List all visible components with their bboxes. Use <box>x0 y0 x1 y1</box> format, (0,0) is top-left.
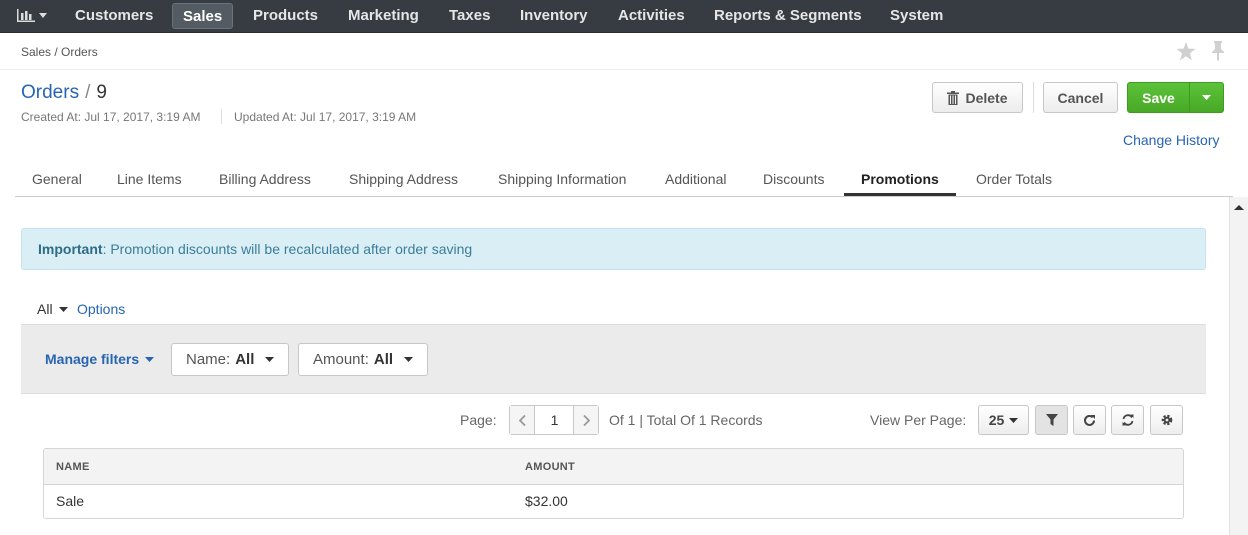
title-separator: / <box>85 82 91 103</box>
save-options-toggle[interactable] <box>1189 83 1223 112</box>
scroll-up-arrow-icon[interactable] <box>1234 205 1244 210</box>
tab-bar: General Line Items Billing Address Shipp… <box>15 163 1233 197</box>
chevron-right-icon <box>582 414 590 426</box>
delete-label: Delete <box>965 89 1008 106</box>
breadcrumb-bar: Sales / Orders <box>0 34 1248 70</box>
nav-customers[interactable]: Customers <box>65 3 163 29</box>
manage-filters-button[interactable]: Manage filters <box>45 351 155 367</box>
caret-down-icon <box>1202 95 1211 100</box>
alert-text: : Promotion discounts will be recalculat… <box>102 241 473 257</box>
gear-icon <box>1161 414 1172 426</box>
filter-toggle-button[interactable] <box>1035 405 1068 435</box>
column-header-amount[interactable]: AMOUNT <box>525 461 575 473</box>
nav-reports-segments[interactable]: Reports & Segments <box>704 3 872 29</box>
save-button[interactable]: Save <box>1128 83 1189 112</box>
cell-name: Sale <box>56 493 85 509</box>
promotions-table: NAME AMOUNT Sale $32.00 <box>43 448 1184 519</box>
nav-sales[interactable]: Sales <box>172 3 234 29</box>
caret-down-icon <box>265 357 275 362</box>
pager <box>509 405 599 435</box>
caret-down-icon <box>145 356 155 362</box>
bar-chart-icon <box>17 9 35 22</box>
delete-button[interactable]: Delete <box>932 82 1023 113</box>
nav-inventory[interactable]: Inventory <box>510 3 598 29</box>
nav-activities[interactable]: Activities <box>608 3 695 29</box>
tab-line-items[interactable]: Line Items <box>100 163 199 196</box>
save-button-group: Save <box>1127 82 1224 113</box>
next-page-button[interactable] <box>573 406 598 434</box>
orders-link[interactable]: Orders <box>21 82 79 103</box>
grid-settings-button[interactable] <box>1150 405 1183 435</box>
name-filter-value: All <box>235 351 255 368</box>
tab-shipping-address[interactable]: Shipping Address <box>332 163 475 196</box>
cancel-button[interactable]: Cancel <box>1043 82 1118 113</box>
refresh-button[interactable] <box>1073 405 1106 435</box>
tab-general[interactable]: General <box>15 163 99 196</box>
tab-shipping-information[interactable]: Shipping Information <box>481 163 643 196</box>
view-per-page-value: 25 <box>988 412 1005 428</box>
breadcrumb: Sales / Orders <box>21 45 98 59</box>
chevron-left-icon <box>518 414 526 426</box>
dashboard-menu-button[interactable] <box>10 3 54 28</box>
meta-divider <box>221 109 222 124</box>
grid-view-label: All <box>37 301 53 317</box>
grid-view-selector[interactable]: All <box>37 301 68 317</box>
tab-billing-address[interactable]: Billing Address <box>202 163 328 196</box>
name-filter[interactable]: Name: All <box>171 343 290 376</box>
amount-filter[interactable]: Amount: All <box>298 343 429 376</box>
tab-discounts[interactable]: Discounts <box>746 163 841 196</box>
tab-promotions[interactable]: Promotions <box>844 163 956 196</box>
caret-down-icon <box>1009 417 1019 423</box>
order-id: 9 <box>96 82 107 103</box>
filter-icon <box>1045 414 1058 426</box>
grid-options-link[interactable]: Options <box>77 301 125 317</box>
manage-filters-label: Manage filters <box>45 351 140 367</box>
tab-additional[interactable]: Additional <box>648 163 744 196</box>
view-per-page-select[interactable]: 25 <box>978 405 1029 435</box>
actions-divider <box>1033 82 1034 113</box>
change-history-link[interactable]: Change History <box>1123 132 1220 148</box>
pin-icon[interactable] <box>1210 41 1226 61</box>
prev-page-button[interactable] <box>510 406 535 434</box>
name-filter-label: Name: <box>186 351 231 368</box>
page-number-input[interactable] <box>536 406 573 434</box>
created-at: Created At: Jul 17, 2017, 3:19 AM <box>21 110 201 124</box>
refresh-icon <box>1084 414 1095 426</box>
caret-down-icon <box>58 306 68 312</box>
chevron-down-icon <box>39 13 47 18</box>
table-row[interactable]: Sale $32.00 <box>44 485 1183 518</box>
top-navigation: Customers Sales Products Marketing Taxes… <box>0 0 1248 33</box>
records-total: Of 1 | Total Of 1 Records <box>609 412 763 428</box>
column-header-name[interactable]: NAME <box>56 461 90 473</box>
alert-strong: Important <box>38 241 103 257</box>
cell-amount: $32.00 <box>525 493 568 509</box>
nav-products[interactable]: Products <box>243 3 328 29</box>
nav-system[interactable]: System <box>880 3 953 29</box>
trash-icon <box>947 90 960 105</box>
nav-taxes[interactable]: Taxes <box>439 3 500 29</box>
reset-icon <box>1122 414 1133 426</box>
caret-down-icon <box>404 357 414 362</box>
info-alert: Important: Promotion discounts will be r… <box>21 228 1206 270</box>
tab-order-totals[interactable]: Order Totals <box>959 163 1069 196</box>
star-icon[interactable] <box>1176 42 1196 61</box>
table-header: NAME AMOUNT <box>44 449 1183 485</box>
amount-filter-value: All <box>373 351 394 368</box>
page-title: Orders /9 <box>21 82 107 104</box>
filter-bar: Manage filters Name: All Amount: All <box>21 324 1206 394</box>
amount-filter-label: Amount: <box>313 351 369 368</box>
updated-at: Updated At: Jul 17, 2017, 3:19 AM <box>234 110 417 124</box>
reset-button[interactable] <box>1111 405 1144 435</box>
page-label: Page: <box>460 412 497 428</box>
vertical-scrollbar[interactable] <box>1229 197 1248 535</box>
nav-marketing[interactable]: Marketing <box>338 3 429 29</box>
view-per-page-label: View Per Page: <box>870 412 967 428</box>
